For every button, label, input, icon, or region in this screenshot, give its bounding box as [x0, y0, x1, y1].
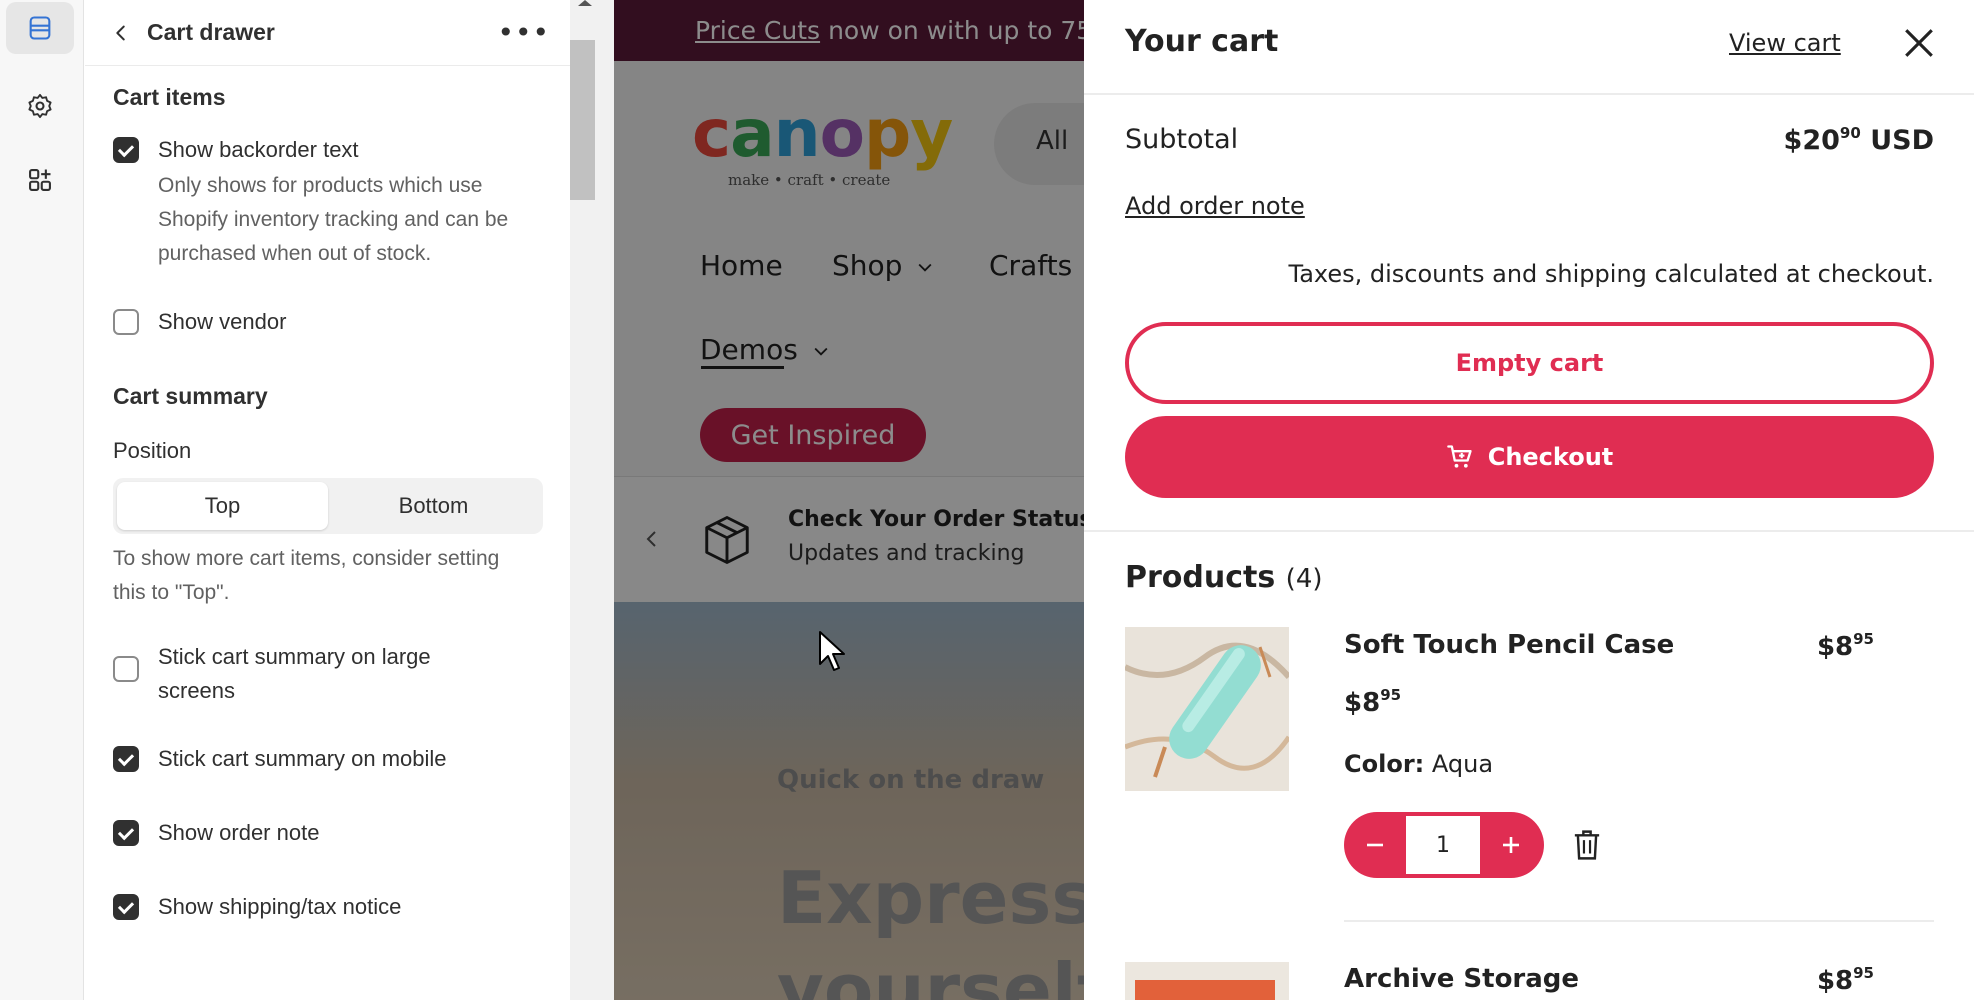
settings-panel: Cart drawer ••• Cart items Show backorde… — [85, 0, 570, 1000]
subtotal-main: $20 — [1783, 125, 1840, 156]
show-backorder-checkbox[interactable] — [113, 137, 139, 163]
stick-mobile-label: Stick cart summary on mobile — [158, 746, 447, 771]
position-help-text: To show more cart items, consider settin… — [113, 547, 500, 604]
product-unit-price: $895 — [1344, 686, 1401, 718]
show-vendor-row[interactable]: Show vendor — [113, 309, 542, 335]
order-note-checkbox[interactable] — [113, 820, 139, 846]
cart-title: Your cart — [1125, 24, 1279, 59]
app-root: Cart drawer ••• Cart items Show backorde… — [0, 0, 1974, 1000]
show-backorder-label: Show backorder text — [158, 137, 359, 162]
sections-button[interactable] — [6, 2, 74, 54]
sections-icon — [29, 16, 51, 40]
backorder-help-text: Only shows for products which use Shopif… — [158, 174, 509, 265]
pencil-case-image — [1125, 627, 1289, 791]
increase-quantity-button[interactable] — [1480, 812, 1542, 878]
mouse-cursor-icon — [819, 631, 845, 671]
show-backorder-row[interactable]: Show backorder text — [113, 137, 542, 163]
panel-body: Cart items Show backorder text Only show… — [85, 66, 570, 920]
order-note-label: Show order note — [158, 820, 320, 845]
show-vendor-label: Show vendor — [158, 309, 287, 334]
product-image-pencil-case[interactable] — [1125, 627, 1289, 791]
theme-settings-button[interactable] — [6, 80, 74, 132]
drawer-backdrop-overlay[interactable] — [614, 0, 1084, 1000]
gear-icon — [28, 93, 52, 119]
cart-icon — [1446, 445, 1472, 468]
position-option-top[interactable]: Top — [117, 482, 328, 530]
products-count: (4) — [1285, 564, 1323, 594]
product-name[interactable]: Archive Storage — [1344, 964, 1579, 994]
cart-drawer: Your cart View cart Subtotal $2090 USD A… — [1084, 0, 1974, 1000]
quantity-stepper: 1 — [1344, 812, 1544, 878]
unit-price-main: $8 — [1344, 688, 1381, 718]
stick-mobile-row[interactable]: Stick cart summary on mobile — [113, 746, 542, 772]
stick-large-checkbox[interactable] — [113, 656, 139, 682]
more-actions-icon[interactable]: ••• — [497, 18, 550, 47]
products-heading: Products (4) — [1125, 560, 1323, 595]
panel-title: Cart drawer — [147, 19, 275, 45]
position-label: Position — [113, 438, 192, 463]
position-segmented-control: Top Bottom — [113, 478, 543, 534]
plus-icon — [1503, 837, 1519, 853]
stick-large-label: Stick cart summary on large screens — [158, 644, 431, 703]
product-image-archive-storage[interactable] — [1125, 962, 1289, 1000]
editor-rail — [0, 0, 84, 1000]
item-divider — [1344, 920, 1934, 922]
checkout-label: Checkout — [1487, 443, 1614, 471]
apps-button[interactable] — [6, 154, 74, 206]
view-cart-link[interactable]: View cart — [1729, 29, 1841, 57]
tax-notice-row[interactable]: Show shipping/tax notice — [113, 894, 542, 920]
variant-label: Color: — [1344, 750, 1425, 778]
close-icon[interactable] — [1902, 26, 1936, 60]
subtotal-currency: USD — [1870, 125, 1934, 156]
stick-large-row[interactable]: Stick cart summary on large screens — [113, 640, 542, 708]
unit-price-cents: 95 — [1380, 686, 1402, 704]
add-order-note-link[interactable]: Add order note — [1125, 192, 1305, 220]
tax-notice-label: Show shipping/tax notice — [158, 894, 402, 919]
trash-icon[interactable] — [1572, 828, 1602, 862]
stick-mobile-checkbox[interactable] — [113, 746, 139, 772]
cart-items-heading: Cart items — [113, 84, 226, 110]
archive-storage-image — [1125, 962, 1289, 1000]
show-vendor-checkbox[interactable] — [113, 309, 139, 335]
line-price-main: $8 — [1816, 966, 1854, 996]
back-button[interactable] — [107, 19, 135, 47]
chevron-left-icon — [116, 25, 125, 40]
product-variant: Color: Aqua — [1344, 750, 1493, 778]
storefront-preview: Price Cuts now on with up to 75 canopy m… — [614, 0, 1084, 1000]
products-label: Products — [1125, 560, 1276, 595]
variant-value: Aqua — [1431, 750, 1494, 778]
decrease-quantity-button[interactable] — [1344, 812, 1406, 878]
line-price-cents: 95 — [1853, 630, 1874, 648]
product-line-price: $895 — [1817, 630, 1874, 662]
checkout-button[interactable]: Checkout — [1125, 416, 1934, 498]
order-note-row[interactable]: Show order note — [113, 820, 542, 846]
quantity-input[interactable]: 1 — [1406, 816, 1480, 874]
subtotal-label: Subtotal — [1125, 124, 1239, 155]
tax-notice-checkbox[interactable] — [113, 894, 139, 920]
cart-summary-heading: Cart summary — [113, 383, 268, 409]
product-line-price: $895 — [1817, 964, 1874, 996]
line-price-cents: 95 — [1853, 964, 1874, 982]
scroll-up-arrow-icon[interactable] — [578, 0, 592, 6]
line-price-main: $8 — [1816, 632, 1854, 662]
subtotal-amount: $2090 USD — [1784, 124, 1934, 156]
empty-cart-button[interactable]: Empty cart — [1125, 322, 1934, 404]
cart-drawer-header: Your cart View cart — [1084, 0, 1974, 95]
apps-icon — [29, 169, 51, 191]
panel-scroll-thumb[interactable] — [570, 40, 595, 200]
summary-divider — [1084, 530, 1974, 532]
minus-icon — [1367, 843, 1383, 847]
product-name[interactable]: Soft Touch Pencil Case — [1344, 630, 1674, 660]
tax-shipping-note: Taxes, discounts and shipping calculated… — [1288, 260, 1935, 288]
panel-header: Cart drawer ••• — [85, 0, 570, 66]
position-option-bottom[interactable]: Bottom — [328, 482, 539, 530]
subtotal-cents: 90 — [1839, 124, 1861, 142]
